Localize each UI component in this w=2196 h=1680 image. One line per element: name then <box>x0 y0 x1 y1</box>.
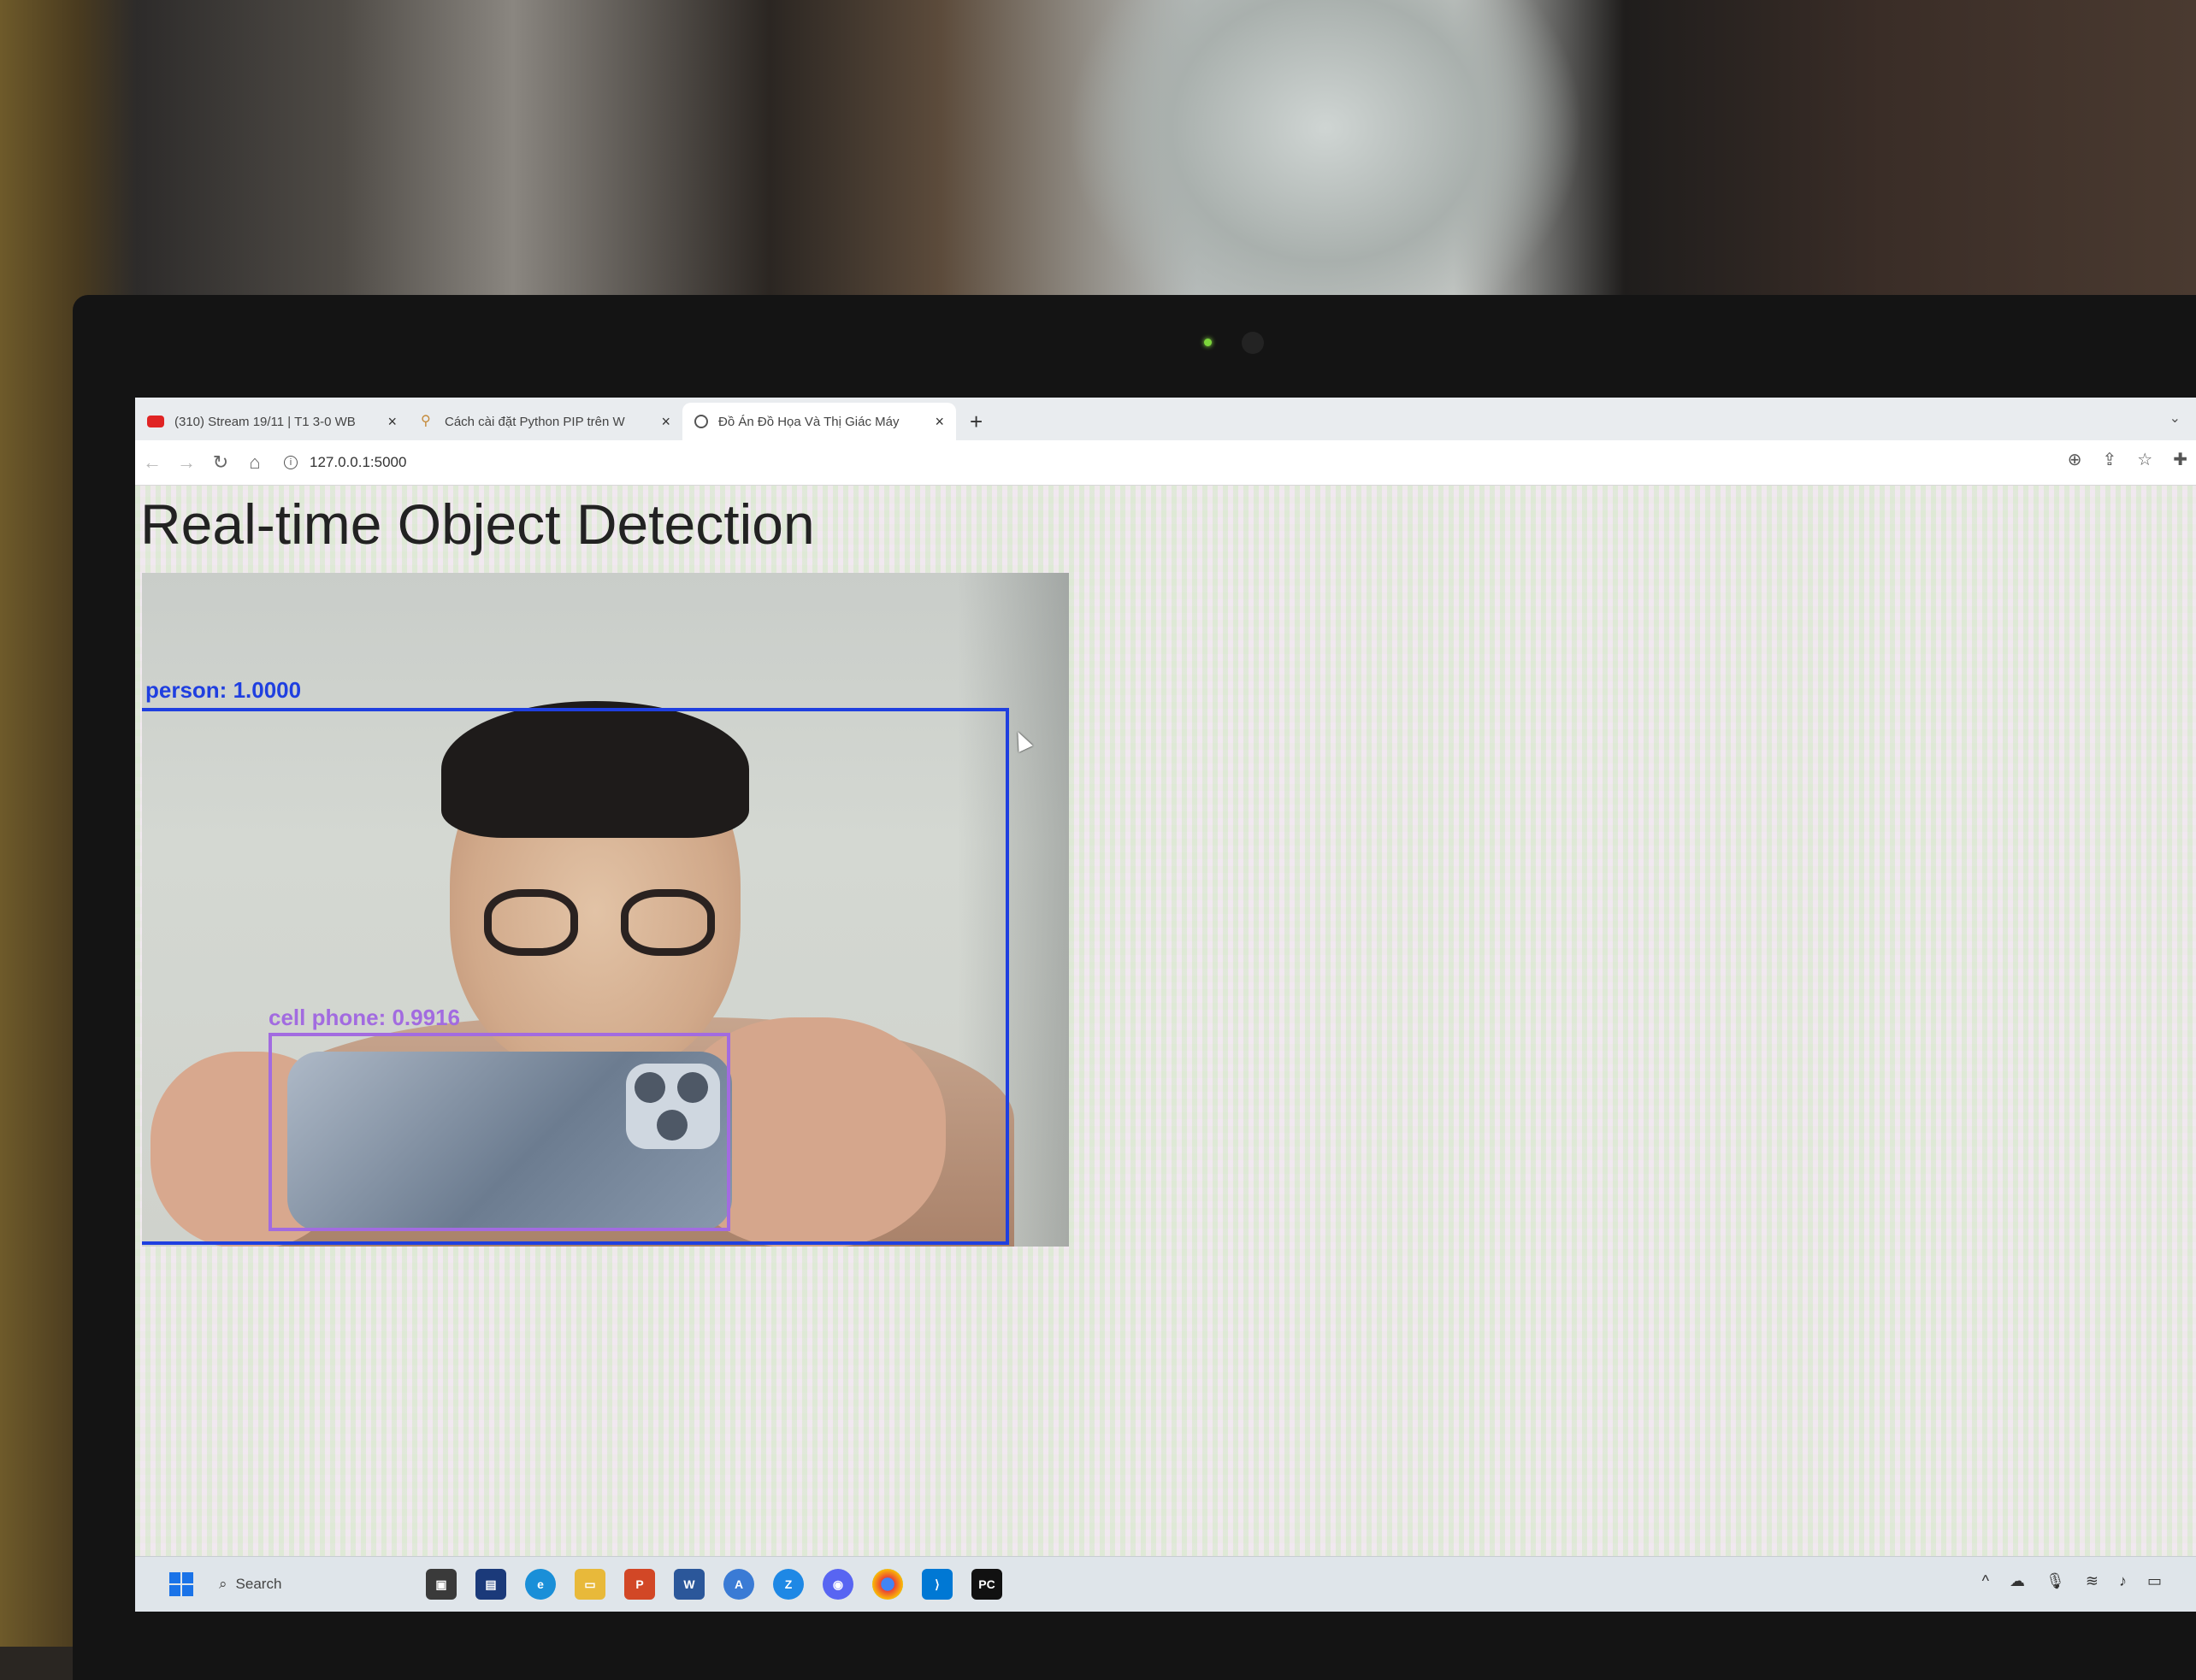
tab-strip: (310) Stream 19/11 | T1 3-0 WB × ⚲ Cách … <box>135 398 2196 440</box>
home-icon[interactable]: ⌂ <box>238 451 272 474</box>
tab-title: (310) Stream 19/11 | T1 3-0 WB <box>174 414 356 429</box>
search-placeholder: Search <box>235 1576 282 1592</box>
globe-icon <box>694 415 708 428</box>
share-icon[interactable]: ⇪ <box>2103 449 2117 470</box>
info-icon[interactable]: i <box>284 456 298 469</box>
file-explorer-icon[interactable]: ▣ <box>426 1569 457 1600</box>
forward-icon[interactable]: → <box>169 451 204 474</box>
laptop-screen: (310) Stream 19/11 | T1 3-0 WB × ⚲ Cách … <box>135 398 2196 1612</box>
pycharm-icon[interactable]: PC <box>971 1569 1002 1600</box>
webcam-lens <box>1242 332 1264 354</box>
detection-label-person: person: 1.0000 <box>145 677 302 703</box>
tab-youtube-stream[interactable]: (310) Stream 19/11 | T1 3-0 WB × <box>135 403 409 440</box>
zoom-icon[interactable]: ⊕ <box>2068 449 2082 470</box>
discord-icon[interactable]: ◉ <box>823 1569 853 1600</box>
battery-icon[interactable]: ▭ <box>2147 1572 2162 1590</box>
volume-icon[interactable]: ♪ <box>2119 1572 2127 1590</box>
close-icon[interactable]: × <box>387 413 397 431</box>
powerpoint-icon[interactable]: P <box>624 1569 655 1600</box>
bbox-cell-phone <box>269 1033 730 1231</box>
new-tab-button[interactable]: + <box>970 409 983 435</box>
tab-python-pip[interactable]: ⚲ Cách cài đặt Python PIP trên W × <box>409 403 682 440</box>
webcam-indicator-light <box>1204 339 1212 346</box>
microphone-icon[interactable]: 🎙 <box>2045 1572 2065 1590</box>
chevron-down-icon[interactable]: ⌄ <box>2169 410 2181 427</box>
toolbar-actions: ⊕ ⇪ ☆ ✚ <box>2068 449 2187 470</box>
browser-toolbar: ← → ↻ ⌂ i 127.0.0.1:5000 ⊕ ⇪ ☆ ✚ <box>135 440 2196 486</box>
detection-label-cell-phone: cell phone: 0.9916 <box>269 1005 460 1030</box>
tab-title: Cách cài đặt Python PIP trên W <box>445 414 625 429</box>
zalo-icon[interactable]: Z <box>773 1569 804 1600</box>
chevron-up-icon[interactable]: ^ <box>1982 1572 1989 1590</box>
windows-start-icon[interactable] <box>169 1572 193 1596</box>
app-store-icon[interactable]: A <box>723 1569 754 1600</box>
word-icon[interactable]: W <box>674 1569 705 1600</box>
page-title: Real-time Object Detection <box>140 492 815 556</box>
taskbar: ⌕ Search ▣ ▤ e ▭ P W A Z ◉ ⟩ PC ^ ☁ 🎙 ≋ … <box>135 1556 2196 1612</box>
extensions-icon[interactable]: ✚ <box>2173 449 2187 470</box>
taskbar-search[interactable]: ⌕ Search <box>209 1569 407 1600</box>
reload-icon[interactable]: ↻ <box>204 451 238 474</box>
search-icon: ⌕ <box>219 1576 227 1592</box>
video-feed: person: 1.0000 cell phone: 0.9916 <box>142 573 1069 1247</box>
cloud-icon[interactable]: ☁ <box>2010 1572 2025 1590</box>
tab-title: Đồ Án Đồ Họa Và Thị Giác Máy <box>718 414 900 429</box>
vscode-icon[interactable]: ⟩ <box>922 1569 953 1600</box>
close-icon[interactable]: × <box>935 413 944 431</box>
back-icon[interactable]: ← <box>135 451 169 474</box>
chrome-icon[interactable] <box>872 1569 903 1600</box>
wifi-icon[interactable]: ≋ <box>2086 1572 2099 1590</box>
pip-icon: ⚲ <box>421 414 431 428</box>
tab-do-an[interactable]: Đồ Án Đồ Họa Và Thị Giác Máy × <box>682 403 956 440</box>
edge-icon[interactable]: ▤ <box>475 1569 506 1600</box>
address-bar[interactable]: i 127.0.0.1:5000 <box>284 454 406 471</box>
bookmark-star-icon[interactable]: ☆ <box>2137 449 2152 470</box>
close-icon[interactable]: × <box>661 413 670 431</box>
youtube-icon <box>147 416 164 427</box>
folder-icon[interactable]: ▭ <box>575 1569 605 1600</box>
edge-icon[interactable]: e <box>525 1569 556 1600</box>
system-tray: ^ ☁ 🎙 ≋ ♪ ▭ <box>1982 1572 2162 1590</box>
url-text[interactable]: 127.0.0.1:5000 <box>310 454 406 471</box>
